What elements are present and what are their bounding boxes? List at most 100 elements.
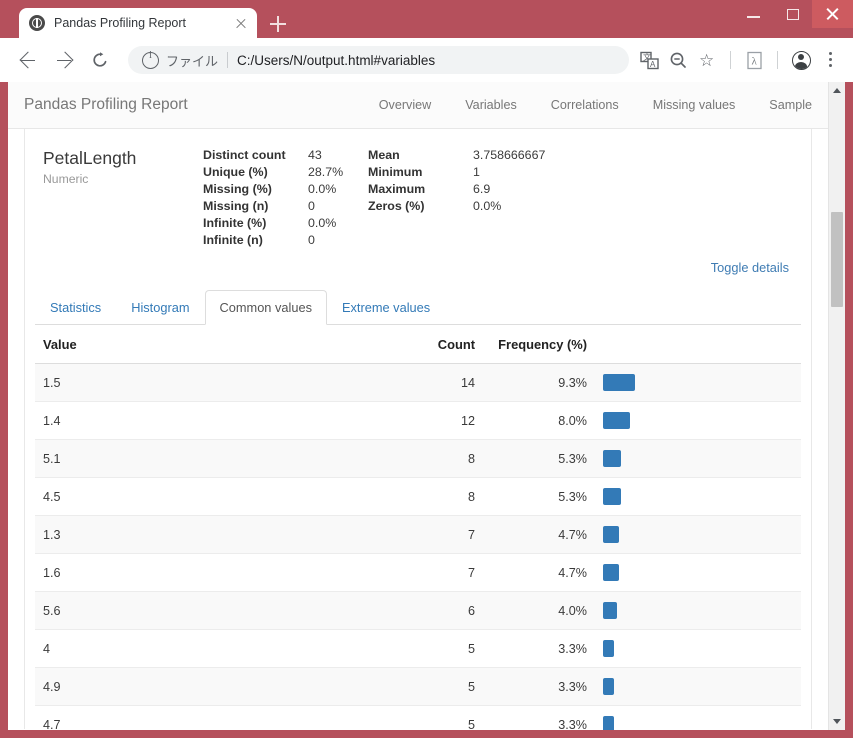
page-scrollbar[interactable] (828, 82, 845, 730)
cell-count: 8 (393, 477, 483, 516)
zoom-out-icon[interactable] (666, 48, 691, 73)
nav-link-missing-values[interactable]: Missing values (653, 98, 736, 112)
table-row: 1.3 7 4.7% (35, 515, 801, 554)
variable-tabs: Statistics Histogram Common values Extre… (35, 290, 801, 325)
browser-toolbar: ファイル C:/Users/N/output.html#variables 文 … (0, 38, 853, 82)
url-text: C:/Users/N/output.html#variables (237, 52, 436, 68)
stats-column-left: Distinct count 43 Unique (%) 28.7% Missi… (203, 147, 368, 249)
nav-link-correlations[interactable]: Correlations (551, 98, 619, 112)
cell-count: 5 (393, 667, 483, 706)
cell-frequency: 3.3% (483, 667, 595, 706)
navbar-links: Overview Variables Correlations Missing … (345, 98, 812, 112)
cell-count: 7 (393, 553, 483, 592)
address-bar[interactable]: ファイル C:/Users/N/output.html#variables (128, 46, 629, 74)
column-header-bar (595, 325, 801, 364)
nav-link-variables[interactable]: Variables (465, 98, 517, 112)
url-scheme-label: ファイル (166, 53, 219, 69)
site-info-icon[interactable] (142, 50, 159, 69)
translate-icon[interactable]: 文 A (637, 48, 662, 73)
common-values-table-wrapper: Value Count Frequency (%) 1.5 14 9.3% 1.4 12… (35, 325, 801, 730)
cell-value: 1.3 (35, 515, 393, 554)
back-button[interactable] (14, 46, 42, 74)
tab-statistics[interactable]: Statistics (35, 290, 116, 325)
report-content: PetalLength Numeric Distinct count 43 Un… (8, 129, 828, 730)
stat-label: Maximum (368, 182, 426, 196)
minimize-button[interactable] (734, 0, 773, 28)
stat-value: 43 (308, 148, 322, 162)
variable-type: Numeric (43, 172, 89, 186)
tab-common-values[interactable]: Common values (204, 290, 327, 325)
close-icon[interactable] (233, 15, 249, 31)
frequency-bar (603, 488, 622, 505)
toggle-details-wrapper: Toggle details (25, 249, 811, 277)
table-header-row: Value Count Frequency (%) (35, 325, 801, 364)
stat-row: Zeros (%) 0.0% (368, 198, 568, 215)
close-window-button[interactable] (812, 0, 853, 28)
cell-value: 1.5 (35, 363, 393, 402)
page-title[interactable]: Pandas Profiling Report (24, 96, 188, 114)
stat-label: Missing (n) (203, 199, 269, 213)
divider (730, 51, 731, 69)
chrome-menu-icon[interactable] (818, 48, 843, 73)
cell-count: 6 (393, 591, 483, 630)
cell-bar (595, 477, 801, 516)
profile-avatar[interactable] (789, 48, 814, 73)
cell-count: 14 (393, 363, 483, 402)
stat-label: Missing (%) (203, 182, 272, 196)
scrollbar-thumb[interactable] (831, 212, 843, 307)
frequency-bar (603, 412, 631, 429)
cell-count: 7 (393, 515, 483, 554)
variable-name: PetalLength (43, 148, 137, 168)
stats-column-right: Mean 3.758666667 Minimum 1 Maximum 6.9 Z… (368, 147, 568, 249)
stat-row: Missing (%) 0.0% (203, 181, 368, 198)
stat-value: 28.7% (308, 165, 344, 179)
nav-link-sample[interactable]: Sample (769, 98, 812, 112)
report-navbar: Pandas Profiling Report Overview Variabl… (8, 82, 828, 129)
cell-value: 5.6 (35, 591, 393, 630)
cell-bar (595, 363, 801, 402)
variable-header: PetalLength Numeric Distinct count 43 Un… (25, 147, 811, 249)
stat-label: Infinite (n) (203, 233, 263, 247)
frequency-bar (603, 678, 615, 695)
cell-bar (595, 705, 801, 730)
tab-extreme-values[interactable]: Extreme values (327, 290, 445, 325)
scroll-down-arrow-icon[interactable] (829, 713, 845, 730)
bookmark-star-icon[interactable]: ☆ (695, 48, 720, 73)
toggle-details-link[interactable]: Toggle details (711, 260, 789, 275)
stat-value: 0 (308, 233, 315, 247)
browser-tab[interactable]: Pandas Profiling Report (19, 8, 257, 38)
frequency-bar (603, 602, 617, 619)
table-row: 4.7 5 3.3% (35, 705, 801, 730)
cell-frequency: 4.7% (483, 553, 595, 592)
variable-name-block: PetalLength Numeric (43, 147, 203, 249)
window-controls (734, 0, 853, 28)
scroll-up-arrow-icon[interactable] (829, 82, 845, 99)
cell-frequency: 4.7% (483, 515, 595, 554)
stat-row: Infinite (n) 0 (203, 232, 368, 249)
table-row: 5.1 8 5.3% (35, 439, 801, 478)
divider (777, 51, 778, 69)
stat-row: Minimum 1 (368, 164, 568, 181)
nav-link-overview[interactable]: Overview (379, 98, 431, 112)
table-body: 1.5 14 9.3% 1.4 12 8.0% 5.1 8 5.3% 4.5 8 5.3% 1.3 7 4.… (35, 363, 801, 730)
stat-label: Mean (368, 148, 400, 162)
pdf-icon[interactable]: λ (742, 48, 767, 73)
cell-value: 1.4 (35, 401, 393, 440)
cell-count: 5 (393, 629, 483, 668)
cell-bar (595, 401, 801, 440)
forward-button[interactable] (50, 46, 78, 74)
stat-row: Mean 3.758666667 (368, 147, 568, 164)
stat-label: Infinite (%) (203, 216, 267, 230)
stat-row: Infinite (%) 0.0% (203, 215, 368, 232)
tab-histogram[interactable]: Histogram (116, 290, 204, 325)
maximize-button[interactable] (773, 0, 812, 28)
divider (227, 52, 229, 68)
stat-value: 0 (308, 199, 315, 213)
reload-button[interactable] (86, 46, 114, 74)
stat-row: Distinct count 43 (203, 147, 368, 164)
cell-bar (595, 591, 801, 630)
table-row: 1.5 14 9.3% (35, 363, 801, 402)
cell-count: 8 (393, 439, 483, 478)
stat-row: Maximum 6.9 (368, 181, 568, 198)
new-tab-button[interactable] (267, 13, 289, 35)
